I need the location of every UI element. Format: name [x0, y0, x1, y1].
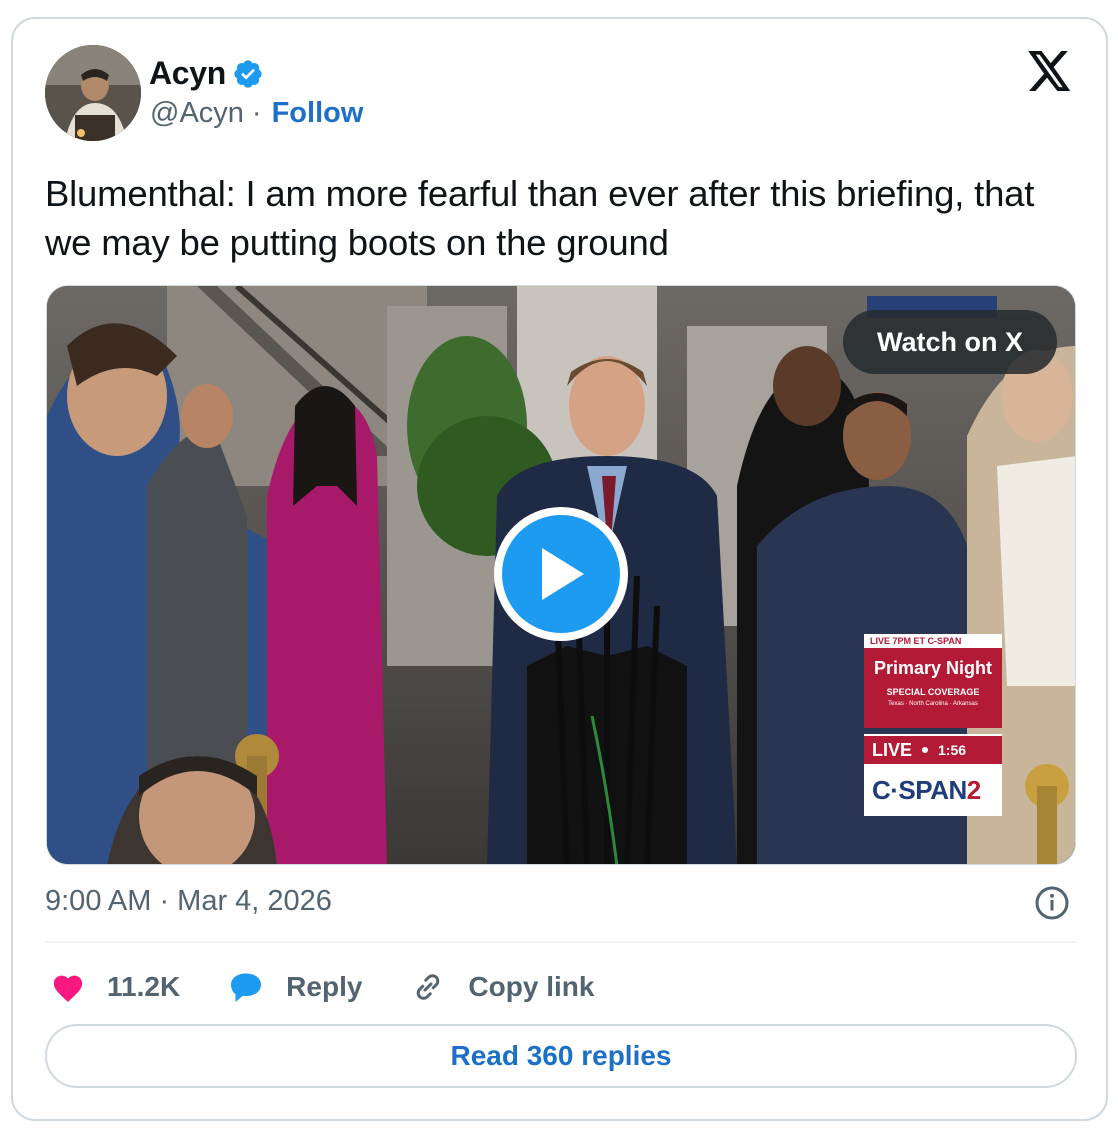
follow-button[interactable]: Follow [272, 97, 364, 130]
verified-badge-icon [234, 59, 262, 88]
info-icon[interactable] [1034, 885, 1070, 921]
play-icon [542, 548, 584, 600]
cspan-logo: C·SPAN 2 [864, 764, 1002, 816]
cspan-top-banner: LIVE 7PM ET C-SPAN [864, 634, 1002, 648]
cspan-logo-main: C·SPAN [872, 774, 967, 805]
divider [45, 941, 1077, 943]
tweet-timestamp[interactable]: 9:00 AM · Mar 4, 2026 [45, 885, 332, 918]
author-name-row: Acyn [149, 55, 264, 92]
like-count: 11.2K [107, 971, 181, 1002]
cspan-logo-number: 2 [966, 774, 981, 805]
x-logo-icon[interactable] [1028, 51, 1072, 91]
avatar[interactable] [45, 45, 141, 141]
copy-link-label: Copy link [468, 971, 595, 1002]
separator-dot: · [251, 97, 262, 129]
cspan-program-box: Primary Night SPECIAL COVERAGE Texas · N… [864, 648, 1002, 728]
avatar-photo [45, 45, 141, 141]
cspan-live-label: LIVE [872, 739, 913, 760]
play-button-inner [502, 515, 620, 633]
like-button[interactable]: 11.2K [51, 971, 180, 1003]
author-handle[interactable]: @Acyn [150, 97, 244, 130]
author-name[interactable]: Acyn [149, 55, 226, 92]
link-icon [417, 974, 440, 1000]
cspan-program-title: Primary Night [873, 658, 993, 678]
play-button[interactable] [494, 507, 628, 641]
reply-button[interactable]: Reply [228, 970, 362, 1004]
live-dot-icon [922, 747, 929, 753]
cspan-live-time: 1:56 [938, 742, 967, 758]
handle-row: @Acyn · Follow [150, 97, 363, 130]
read-replies-button[interactable]: Read 360 replies [45, 1024, 1077, 1088]
cspan-program-subtitle: SPECIAL COVERAGE [886, 687, 980, 697]
heart-icon [53, 975, 83, 1003]
reply-label: Reply [286, 971, 363, 1002]
watch-on-x-button[interactable]: Watch on X [843, 310, 1057, 374]
cspan-program-states: Texas · North Carolina · Arkansas [888, 701, 978, 707]
action-bar: 11.2K Reply Copy link [51, 967, 642, 1007]
copy-link-button[interactable]: Copy link [410, 969, 594, 1005]
cspan-overlay: LIVE 7PM ET C-SPAN Primary Night SPECIAL… [864, 634, 1002, 816]
cspan-live-bar: LIVE 1:56 [864, 734, 1002, 764]
tweet-card: Acyn @Acyn · Follow Blumenthal: I am mor… [11, 17, 1108, 1121]
tweet-text: Blumenthal: I am more fearful than ever … [45, 173, 1035, 263]
video-player[interactable]: Watch on X LIVE 7PM ET C-SPAN Primary Ni… [46, 285, 1076, 865]
reply-bubble-icon [231, 973, 262, 1002]
